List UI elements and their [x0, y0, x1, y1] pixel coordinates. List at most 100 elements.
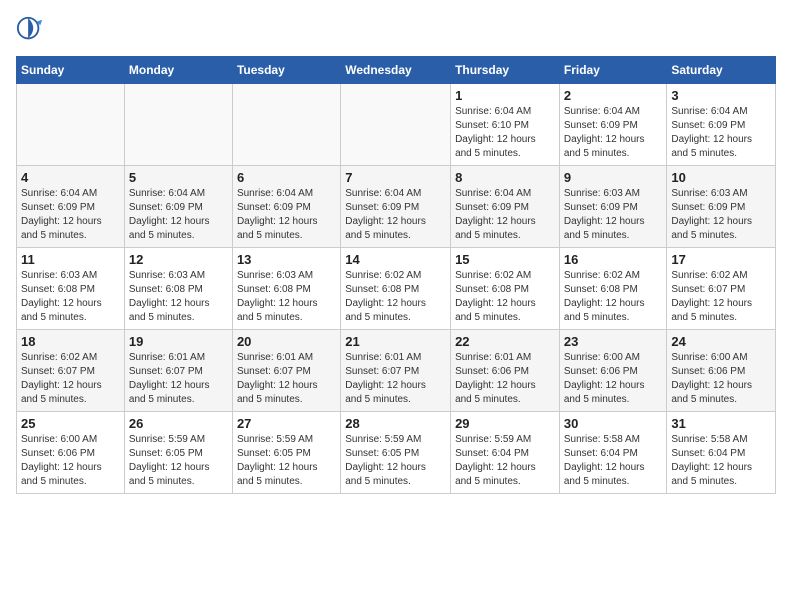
day-info: Sunrise: 6:04 AM Sunset: 6:09 PM Dayligh…: [455, 187, 555, 243]
day-number: 25: [21, 416, 120, 431]
calendar-cell: 19Sunrise: 6:01 AM Sunset: 6:07 PM Dayli…: [124, 330, 232, 412]
day-info: Sunrise: 6:01 AM Sunset: 6:06 PM Dayligh…: [455, 351, 555, 407]
weekday-header-tuesday: Tuesday: [232, 57, 340, 84]
logo: [16, 16, 48, 44]
weekday-header-row: SundayMondayTuesdayWednesdayThursdayFrid…: [17, 57, 776, 84]
calendar-cell: 17 Sunrise: 6:02 AM Sunset: 6:07 PM Dayli…: [667, 248, 776, 330]
weekday-header-thursday: Thursday: [451, 57, 560, 84]
day-info: Sunrise: 6:03 AM Sunset: 6:09 PM Dayligh…: [671, 187, 771, 243]
day-number: 3: [671, 88, 771, 103]
day-number: 10: [671, 170, 771, 185]
calendar-cell: 24Sunrise: 6:00 AM Sunset: 6:06 PM Dayli…: [667, 330, 776, 412]
calendar-cell: 1 Sunrise: 6:04 AM Sunset: 6:10 PM Daylig…: [451, 84, 560, 166]
day-number: 17: [671, 252, 771, 267]
day-info: Sunrise: 5:59 AM Sunset: 6:05 PM Dayligh…: [237, 433, 336, 489]
day-number: 7: [345, 170, 446, 185]
day-number: 18: [21, 334, 120, 349]
day-number: 12: [129, 252, 228, 267]
day-info: Sunrise: 5:58 AM Sunset: 6:04 PM Dayligh…: [564, 433, 663, 489]
weekday-header-sunday: Sunday: [17, 57, 125, 84]
day-number: 19: [129, 334, 228, 349]
day-info: Sunrise: 6:04 AM Sunset: 6:09 PM Dayligh…: [21, 187, 120, 243]
calendar-week-row: 25 Sunrise: 6:00 AM Sunset: 6:06 PM Dayli…: [17, 412, 776, 494]
calendar-cell: 28 Sunrise: 5:59 AM Sunset: 6:05 PM Dayli…: [341, 412, 451, 494]
day-info: Sunrise: 6:02 AM Sunset: 6:08 PM Dayligh…: [455, 269, 555, 325]
calendar-cell: 25 Sunrise: 6:00 AM Sunset: 6:06 PM Dayli…: [17, 412, 125, 494]
day-number: 13: [237, 252, 336, 267]
day-number: 22: [455, 334, 555, 349]
day-number: 15: [455, 252, 555, 267]
day-info: Sunrise: 6:02 AM Sunset: 6:08 PM Dayligh…: [564, 269, 663, 325]
calendar-cell: 3 Sunrise: 6:04 AM Sunset: 6:09 PM Daylig…: [667, 84, 776, 166]
calendar-cell: 15 Sunrise: 6:02 AM Sunset: 6:08 PM Dayli…: [451, 248, 560, 330]
calendar-body: 1 Sunrise: 6:04 AM Sunset: 6:10 PM Daylig…: [17, 84, 776, 494]
day-info: Sunrise: 6:01 AM Sunset: 6:07 PM Dayligh…: [345, 351, 446, 407]
day-info: Sunrise: 6:02 AM Sunset: 6:07 PM Dayligh…: [21, 351, 120, 407]
day-number: 4: [21, 170, 120, 185]
calendar-week-row: 11Sunrise: 6:03 AM Sunset: 6:08 PM Dayli…: [17, 248, 776, 330]
calendar-cell: 10 Sunrise: 6:03 AM Sunset: 6:09 PM Dayli…: [667, 166, 776, 248]
day-info: Sunrise: 5:58 AM Sunset: 6:04 PM Dayligh…: [671, 433, 771, 489]
calendar-week-row: 18 Sunrise: 6:02 AM Sunset: 6:07 PM Dayli…: [17, 330, 776, 412]
calendar-cell: 29Sunrise: 5:59 AM Sunset: 6:04 PM Dayli…: [451, 412, 560, 494]
day-number: 1: [455, 88, 555, 103]
calendar-cell: 6Sunrise: 6:04 AM Sunset: 6:09 PM Daylig…: [232, 166, 340, 248]
calendar-cell: 18 Sunrise: 6:02 AM Sunset: 6:07 PM Dayli…: [17, 330, 125, 412]
calendar-week-row: 4 Sunrise: 6:04 AM Sunset: 6:09 PM Daylig…: [17, 166, 776, 248]
calendar-cell: 12Sunrise: 6:03 AM Sunset: 6:08 PM Dayli…: [124, 248, 232, 330]
day-info: Sunrise: 5:59 AM Sunset: 6:05 PM Dayligh…: [129, 433, 228, 489]
calendar-cell: 13Sunrise: 6:03 AM Sunset: 6:08 PM Dayli…: [232, 248, 340, 330]
day-number: 26: [129, 416, 228, 431]
weekday-header-saturday: Saturday: [667, 57, 776, 84]
day-number: 2: [564, 88, 663, 103]
logo-icon: [16, 16, 44, 44]
calendar-cell: [124, 84, 232, 166]
day-info: Sunrise: 6:00 AM Sunset: 6:06 PM Dayligh…: [21, 433, 120, 489]
calendar-cell: 26 Sunrise: 5:59 AM Sunset: 6:05 PM Dayli…: [124, 412, 232, 494]
calendar-cell: 14Sunrise: 6:02 AM Sunset: 6:08 PM Dayli…: [341, 248, 451, 330]
day-number: 30: [564, 416, 663, 431]
day-info: Sunrise: 6:00 AM Sunset: 6:06 PM Dayligh…: [564, 351, 663, 407]
day-info: Sunrise: 6:02 AM Sunset: 6:07 PM Dayligh…: [671, 269, 771, 325]
day-info: Sunrise: 6:03 AM Sunset: 6:09 PM Dayligh…: [564, 187, 663, 243]
day-number: 5: [129, 170, 228, 185]
day-number: 8: [455, 170, 555, 185]
day-number: 21: [345, 334, 446, 349]
calendar-table: SundayMondayTuesdayWednesdayThursdayFrid…: [16, 56, 776, 494]
day-info: Sunrise: 6:01 AM Sunset: 6:07 PM Dayligh…: [237, 351, 336, 407]
calendar-header: SundayMondayTuesdayWednesdayThursdayFrid…: [17, 57, 776, 84]
day-number: 24: [671, 334, 771, 349]
calendar-cell: 20Sunrise: 6:01 AM Sunset: 6:07 PM Dayli…: [232, 330, 340, 412]
day-number: 16: [564, 252, 663, 267]
day-info: Sunrise: 5:59 AM Sunset: 6:05 PM Dayligh…: [345, 433, 446, 489]
weekday-header-monday: Monday: [124, 57, 232, 84]
calendar-cell: 8 Sunrise: 6:04 AM Sunset: 6:09 PM Daylig…: [451, 166, 560, 248]
day-number: 23: [564, 334, 663, 349]
day-number: 31: [671, 416, 771, 431]
day-info: Sunrise: 5:59 AM Sunset: 6:04 PM Dayligh…: [455, 433, 555, 489]
calendar-cell: [17, 84, 125, 166]
calendar-cell: 11Sunrise: 6:03 AM Sunset: 6:08 PM Dayli…: [17, 248, 125, 330]
calendar-cell: 9Sunrise: 6:03 AM Sunset: 6:09 PM Daylig…: [559, 166, 667, 248]
calendar-cell: 27 Sunrise: 5:59 AM Sunset: 6:05 PM Dayli…: [232, 412, 340, 494]
day-info: Sunrise: 6:04 AM Sunset: 6:09 PM Dayligh…: [564, 105, 663, 161]
day-info: Sunrise: 6:03 AM Sunset: 6:08 PM Dayligh…: [21, 269, 120, 325]
day-info: Sunrise: 6:04 AM Sunset: 6:09 PM Dayligh…: [345, 187, 446, 243]
day-number: 27: [237, 416, 336, 431]
calendar-cell: 7 Sunrise: 6:04 AM Sunset: 6:09 PM Daylig…: [341, 166, 451, 248]
day-info: Sunrise: 6:04 AM Sunset: 6:10 PM Dayligh…: [455, 105, 555, 161]
calendar-cell: 31 Sunrise: 5:58 AM Sunset: 6:04 PM Dayli…: [667, 412, 776, 494]
calendar-cell: 5Sunrise: 6:04 AM Sunset: 6:09 PM Daylig…: [124, 166, 232, 248]
weekday-header-friday: Friday: [559, 57, 667, 84]
day-info: Sunrise: 6:04 AM Sunset: 6:09 PM Dayligh…: [237, 187, 336, 243]
day-number: 28: [345, 416, 446, 431]
calendar-cell: [341, 84, 451, 166]
calendar-cell: 22 Sunrise: 6:01 AM Sunset: 6:06 PM Dayli…: [451, 330, 560, 412]
weekday-header-wednesday: Wednesday: [341, 57, 451, 84]
page-header: [16, 16, 776, 44]
calendar-cell: 23 Sunrise: 6:00 AM Sunset: 6:06 PM Dayli…: [559, 330, 667, 412]
day-info: Sunrise: 6:04 AM Sunset: 6:09 PM Dayligh…: [671, 105, 771, 161]
calendar-cell: 4 Sunrise: 6:04 AM Sunset: 6:09 PM Daylig…: [17, 166, 125, 248]
calendar-cell: 16 Sunrise: 6:02 AM Sunset: 6:08 PM Dayli…: [559, 248, 667, 330]
day-number: 14: [345, 252, 446, 267]
